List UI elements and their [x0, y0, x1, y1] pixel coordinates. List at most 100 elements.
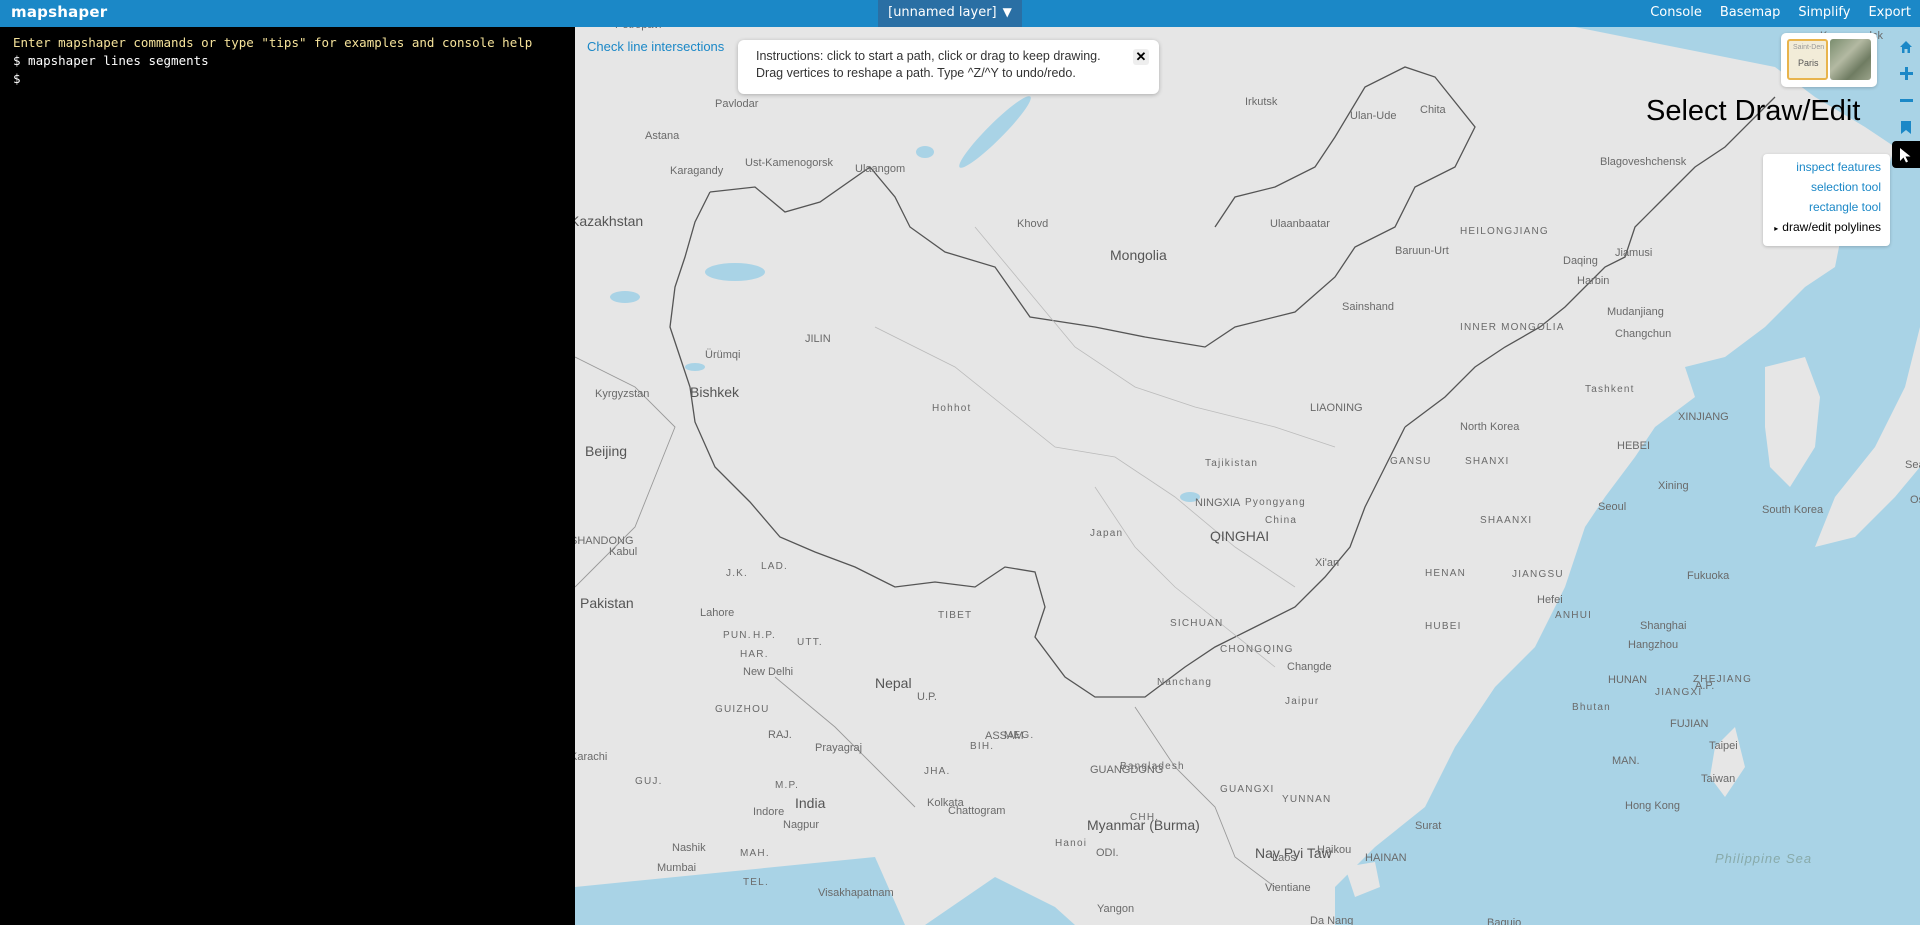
map-place-label: Xi'an	[1315, 557, 1340, 569]
map-place-label: QINGHAI	[1210, 528, 1270, 544]
nav-console[interactable]: Console	[1641, 0, 1711, 27]
map-place-label: Beijing	[585, 443, 628, 459]
map-place-label: Nepal	[875, 675, 912, 691]
map-place-label: Ürümqi	[705, 349, 741, 361]
map-place-label: JHA.	[924, 766, 951, 777]
map-place-label: NINGXIA	[1195, 497, 1241, 509]
map-place-label: MAH.	[740, 848, 770, 859]
mode-inspect-features[interactable]: inspect features	[1763, 157, 1890, 177]
map-place-label: Hong Kong	[1625, 800, 1681, 812]
zoom-out-icon	[1899, 99, 1913, 102]
instructions-line-2: Drag vertices to reshape a path. Type ^Z…	[756, 66, 1076, 80]
map-place-label: South Korea	[1762, 504, 1824, 516]
selected-triangle-icon: ▸	[1774, 224, 1779, 233]
mode-menu: inspect features selection tool rectangl…	[1763, 154, 1890, 246]
map-place-label: Nanchang	[1157, 677, 1213, 688]
map-place-label: Baruun-Urt	[1395, 245, 1449, 257]
map-area[interactable]: Petropavl Pavlodar Astana Karagandy Ust-Kame…	[575, 27, 1920, 925]
map-place-label: YUNNAN	[1282, 794, 1332, 805]
map-place-label: J.K.	[726, 568, 749, 579]
map-place-label: Da Nang	[1310, 915, 1354, 925]
map-place-label: China	[1265, 515, 1298, 526]
map-place-label: SHAANXI	[1480, 515, 1533, 526]
map-place-label: SICHUAN	[1170, 618, 1224, 629]
map-place-label: Changchun	[1615, 328, 1672, 340]
top-nav: Console Basemap Simplify Export	[1641, 0, 1920, 27]
map-place-label: Shanghai	[1640, 620, 1687, 632]
map-place-label: SHANXI	[1465, 456, 1510, 467]
nav-basemap[interactable]: Basemap	[1711, 0, 1790, 27]
map-place-label: Sainshand	[1342, 301, 1394, 313]
basemap-selector: Saint-Den Paris	[1781, 33, 1877, 87]
mode-rectangle-tool[interactable]: rectangle tool	[1763, 197, 1890, 217]
map-place-label: MEG.	[1004, 730, 1035, 741]
mode-selection-tool[interactable]: selection tool	[1763, 177, 1890, 197]
map-place-label: JIANGSU	[1512, 569, 1564, 580]
map-place-label: Haikou	[1317, 844, 1352, 856]
map-place-label: GUJ.	[635, 776, 663, 787]
map-place-label: HUNAN	[1608, 674, 1648, 686]
map-place-label: Seoul	[1598, 501, 1627, 513]
map-place-label: H.P.	[753, 630, 776, 641]
map-place-label: XINJIANG	[1678, 411, 1729, 423]
close-icon[interactable]: ✕	[1133, 49, 1149, 65]
map-place-label: Nagpur	[783, 819, 820, 831]
pointer-tool-button[interactable]	[1892, 141, 1920, 168]
zoom-in-button[interactable]	[1892, 60, 1920, 87]
map-place-label: Philippine Sea	[1715, 851, 1813, 866]
app-logo[interactable]: mapshaper	[11, 3, 107, 21]
map-place-label: HENAN	[1425, 568, 1467, 579]
console-prompt[interactable]: $	[13, 71, 562, 89]
map-place-label: Chattogram	[948, 805, 1006, 817]
map-place-label: HUBEI	[1425, 621, 1462, 632]
map-place-label: BIH.	[970, 741, 995, 752]
map-place-label: Tashkent	[1585, 384, 1635, 395]
mode-draw-edit-polylines[interactable]: ▸ draw/edit polylines	[1763, 217, 1890, 237]
map-place-label: Jiamusi	[1615, 247, 1653, 259]
map-place-label: Hohhot	[932, 403, 972, 414]
map-place-label: Yangon	[1097, 903, 1135, 915]
mode-draw-edit-label: draw/edit polylines	[1782, 220, 1881, 234]
map-place-label: Pakistan	[580, 595, 634, 611]
map-place-label: Mongolia	[1110, 247, 1167, 263]
nav-export[interactable]: Export	[1859, 0, 1920, 27]
map-place-label: Baguio	[1487, 917, 1522, 925]
map-place-label: Harbin	[1577, 275, 1610, 287]
map-place-label: Sea	[1905, 459, 1920, 471]
basemap-streets-thumb[interactable]: Saint-Den Paris	[1787, 39, 1828, 80]
mode-title: Select Draw/Edit	[1646, 95, 1861, 127]
map-place-label: Japan	[1090, 528, 1124, 539]
map-place-label: Taiwan	[1701, 773, 1736, 785]
map-place-label: GUIZHOU	[715, 704, 770, 715]
map-place-label: Ulaanbaatar	[1270, 218, 1330, 230]
map-place-label: HAR.	[740, 649, 769, 660]
caret-down-icon: ▼	[1002, 5, 1012, 19]
home-button[interactable]	[1892, 33, 1920, 60]
layer-name: [unnamed layer]	[888, 5, 997, 20]
map-place-label: ANHUI	[1555, 610, 1593, 621]
home-icon	[1900, 40, 1912, 53]
map-place-label: Pyongyang	[1245, 497, 1306, 508]
nav-simplify[interactable]: Simplify	[1789, 0, 1859, 27]
map-place-label: Lahore	[700, 607, 735, 619]
map-place-label: U.P.	[917, 691, 937, 703]
layer-selector-button[interactable]: [unnamed layer] ▼	[878, 0, 1022, 27]
check-intersections-link[interactable]: Check line intersections	[587, 39, 724, 54]
map-place-label: North Korea	[1460, 421, 1520, 433]
bookmark-icon	[1901, 121, 1911, 134]
map-place-label: Xining	[1658, 480, 1689, 492]
map-place-label: Hefei	[1537, 594, 1563, 606]
map-place-label: Surat	[1415, 820, 1442, 832]
map-place-label: New Delhi	[743, 666, 794, 678]
basemap-satellite-thumb[interactable]	[1830, 39, 1871, 80]
map-place-label: ODI.	[1096, 847, 1119, 859]
instructions-popup: Instructions: click to start a path, cli…	[738, 40, 1159, 94]
map-place-label: Karagandy	[670, 165, 724, 177]
console-panel[interactable]: Enter mapshaper commands or type "tips" …	[0, 27, 575, 925]
map-place-label: LIAONING	[1310, 402, 1363, 414]
map-place-label: Bishkek	[690, 384, 740, 400]
bookmark-button[interactable]	[1892, 114, 1920, 141]
map-toolbar	[1892, 33, 1920, 168]
zoom-out-button[interactable]	[1892, 87, 1920, 114]
map-place-label: Petropavl	[615, 27, 661, 31]
